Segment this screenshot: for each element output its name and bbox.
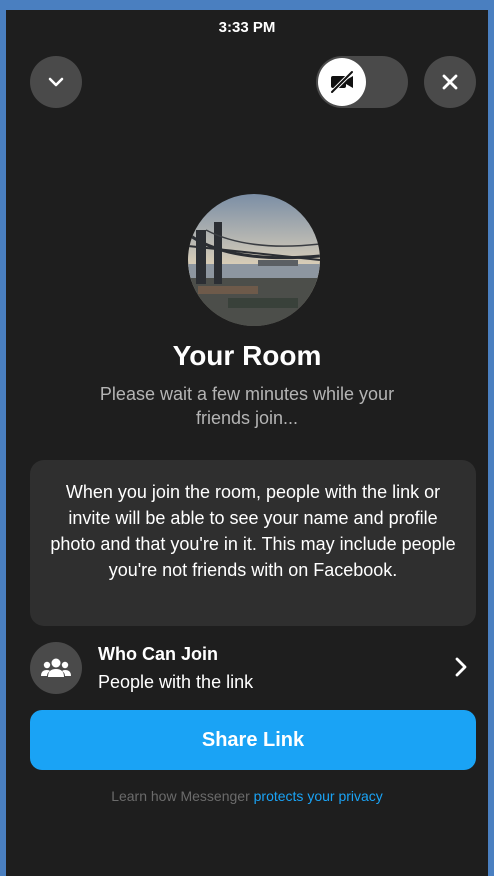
camera-toggle-knob: [318, 58, 366, 106]
people-icon-container: [30, 642, 82, 694]
people-icon: [41, 658, 71, 677]
status-bar-time: 3:33 PM: [218, 19, 276, 36]
screen: 3:33 PM Your Room Please wait a few minu…: [6, 10, 488, 876]
share-link-button[interactable]: Share Link: [30, 710, 476, 770]
device-frame: 3:33 PM Your Room Please wait a few minu…: [0, 0, 494, 876]
who-can-join-label: Who Can Join: [98, 644, 218, 664]
room-avatar: [188, 194, 320, 326]
privacy-notice: When you join the room, people with the …: [30, 460, 476, 626]
chevron-right-icon: [455, 657, 467, 677]
close-button[interactable]: [424, 56, 476, 108]
who-can-join-row[interactable]: Who Can Join People with the link: [30, 640, 476, 696]
privacy-footer: Learn how Messenger protects your privac…: [6, 788, 488, 804]
video-off-icon: [330, 70, 354, 94]
room-subtitle: Please wait a few minutes while your fri…: [99, 384, 395, 428]
collapse-button[interactable]: [30, 56, 82, 108]
camera-toggle[interactable]: [316, 56, 408, 108]
privacy-footer-text: Learn how Messenger: [111, 788, 254, 804]
who-can-join-value: People with the link: [98, 672, 254, 692]
privacy-link[interactable]: protects your privacy: [254, 788, 383, 804]
chevron-down-icon: [48, 77, 64, 87]
room-title: Your Room: [172, 340, 322, 371]
close-icon: [442, 74, 458, 90]
privacy-notice-text: When you join the room, people with the …: [50, 482, 456, 580]
